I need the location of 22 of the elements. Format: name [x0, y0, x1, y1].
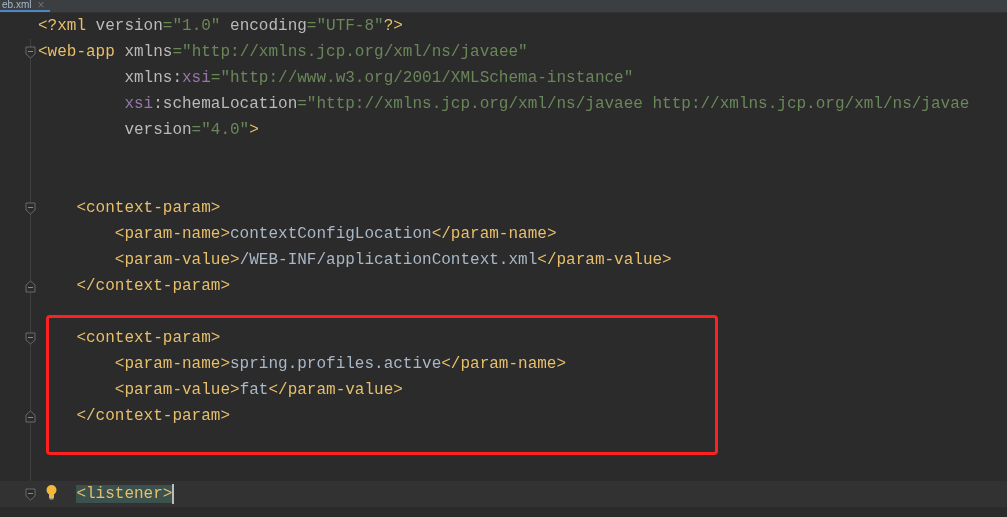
- code-line: <context-param>: [76, 199, 221, 217]
- file-tab[interactable]: eb.xml ×: [0, 0, 51, 12]
- code-line: <param-value>fat</param-value>: [114, 381, 403, 399]
- code-line: <param-name>spring.profiles.active</param-name>: [114, 355, 567, 373]
- fold-marker-icon[interactable]: [25, 46, 36, 59]
- code-line: version="4.0">: [124, 121, 259, 139]
- code-line: <param-name>contextConfigLocation</param-name>: [114, 225, 557, 243]
- code-line: <web-app xmlns="http://xmlns.jcp.org/xml/ns/javaee": [38, 43, 528, 61]
- code-line: xmlns:xsi="http://www.w3.org/2001/XMLSchema-instance": [124, 69, 634, 87]
- fold-marker-icon[interactable]: [25, 410, 36, 423]
- code-line: </context-param>: [76, 277, 230, 295]
- code-line: <param-value>/WEB-INF/applicationContext.xml</param-value>: [114, 251, 672, 269]
- fold-marker-icon[interactable]: [25, 488, 36, 501]
- code-line: <?xml version="1.0" encoding="UTF-8"?>: [38, 17, 403, 35]
- code-line: </context-param>: [76, 407, 230, 425]
- text-caret: [172, 484, 175, 504]
- code-line: <context-param>: [76, 329, 221, 347]
- code-line: xsi:schemaLocation="http://xmlns.jcp.org/xml/ns/javaee http://xmlns.jcp.org/xml/ns/javae: [124, 95, 970, 113]
- lightbulb-icon[interactable]: [45, 484, 58, 500]
- fold-marker-icon[interactable]: [25, 202, 36, 215]
- fold-marker-icon[interactable]: [25, 332, 36, 345]
- fold-marker-icon[interactable]: [25, 280, 36, 293]
